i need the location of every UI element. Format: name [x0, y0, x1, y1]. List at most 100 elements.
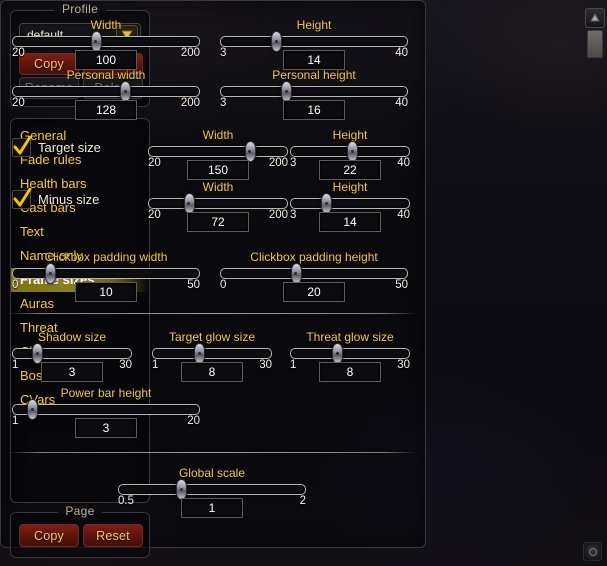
slider-minus-height-track[interactable] — [290, 198, 410, 209]
profile-panel-title: Profile — [61, 2, 99, 16]
slider-minus-height-thumb[interactable] — [321, 193, 333, 214]
slider-personal-width-track[interactable] — [12, 86, 200, 97]
slider-target-height-value[interactable]: 22 — [319, 160, 381, 180]
slider-target-height-max: 40 — [397, 157, 410, 169]
slider-power-bar-height-min: 1 — [12, 415, 19, 427]
slider-target-glow-size-max: 30 — [259, 359, 272, 371]
slider-global-scale-thumb[interactable] — [176, 479, 188, 500]
target-size-checkbox[interactable] — [12, 136, 32, 157]
slider-minus-height-max: 40 — [397, 209, 410, 221]
slider-threat-glow-size-thumb[interactable] — [332, 343, 344, 364]
slider-power-bar-height-max: 20 — [187, 415, 200, 427]
page-reset-button[interactable]: Reset — [83, 524, 143, 547]
section-separator-1 — [8, 313, 416, 314]
slider-minus-width-label: Width — [202, 180, 234, 194]
checkbox-row-minus-size[interactable]: Minus size — [12, 188, 100, 209]
slider-personal-height-min: 3 — [220, 97, 227, 109]
scroll-up-arrow-icon[interactable] — [585, 8, 605, 28]
slider-minus-width-min: 20 — [148, 209, 161, 221]
slider-target-height-label: Height — [332, 128, 368, 142]
slider-height-value[interactable]: 14 — [283, 50, 345, 70]
slider-target-width-track[interactable] — [148, 146, 288, 157]
content-scrollbar[interactable] — [584, 8, 605, 548]
slider-height-label: Height — [296, 18, 332, 32]
slider-height-min: 3 — [220, 47, 227, 59]
slider-shadow-size-max: 30 — [119, 359, 132, 371]
slider-shadow-size-value[interactable]: 3 — [41, 362, 103, 382]
slider-threat-glow-size-label: Threat glow size — [306, 330, 394, 344]
slider-global-scale-min: 0.5 — [118, 495, 134, 507]
slider-target-width-thumb[interactable] — [244, 141, 256, 162]
slider-clickbox-padding-height-value[interactable]: 20 — [283, 282, 345, 302]
slider-minus-height-min: 3 — [290, 209, 297, 221]
slider-personal-width-min: 20 — [12, 97, 25, 109]
slider-power-bar-height-value[interactable]: 3 — [75, 418, 137, 438]
sidebar-item-label: Auras — [20, 296, 54, 311]
resize-grip-icon[interactable] — [583, 542, 602, 561]
slider-target-width-value[interactable]: 150 — [187, 160, 249, 180]
page-panel: Page Copy Reset — [10, 504, 150, 558]
slider-personal-height-track[interactable] — [220, 86, 408, 97]
slider-clickbox-padding-width-value[interactable]: 10 — [75, 282, 137, 302]
slider-clickbox-padding-width-track[interactable] — [12, 268, 200, 279]
page-panel-title: Page — [65, 504, 95, 518]
slider-minus-width-thumb[interactable] — [183, 193, 195, 214]
slider-personal-width-max: 200 — [180, 97, 200, 109]
slider-width-label: Width — [90, 18, 122, 32]
sidebar-item-label: Text — [20, 224, 44, 239]
slider-target-height-thumb[interactable] — [347, 141, 359, 162]
slider-clickbox-padding-width-max: 50 — [187, 279, 200, 291]
slider-global-scale-value[interactable]: 1 — [181, 498, 243, 518]
slider-clickbox-padding-height-thumb[interactable] — [290, 263, 302, 284]
slider-clickbox-padding-width-label: Clickbox padding width — [44, 250, 168, 264]
slider-personal-height-value[interactable]: 16 — [283, 100, 345, 120]
slider-power-bar-height-label: Power bar height — [60, 386, 152, 400]
page-copy-button[interactable]: Copy — [19, 524, 79, 547]
minus-size-label: Minus size — [38, 192, 100, 207]
slider-clickbox-padding-height-max: 50 — [395, 279, 408, 291]
slider-threat-glow-size-min: 1 — [290, 359, 297, 371]
checkbox-row-target-size[interactable]: Target size — [12, 136, 101, 157]
slider-minus-height-value[interactable]: 14 — [319, 212, 381, 232]
slider-clickbox-padding-height-track[interactable] — [220, 268, 408, 279]
slider-clickbox-padding-height-label: Clickbox padding height — [250, 250, 378, 264]
slider-target-glow-size-thumb[interactable] — [194, 343, 206, 364]
slider-threat-glow-size-track[interactable] — [290, 348, 410, 359]
slider-width-value[interactable]: 100 — [75, 50, 137, 70]
scrollbar-thumb[interactable] — [587, 30, 603, 58]
slider-personal-width-value[interactable]: 128 — [75, 100, 137, 120]
slider-global-scale-track[interactable] — [118, 484, 306, 495]
slider-minus-height-label: Height — [332, 180, 368, 194]
slider-global-scale-label: Global scale — [178, 466, 246, 480]
slider-width-track[interactable] — [12, 36, 200, 47]
slider-target-glow-size-track[interactable] — [152, 348, 272, 359]
settings-category-list: General Fade rules Health bars Cast bars Tex… — [10, 118, 150, 503]
slider-shadow-size-track[interactable] — [12, 348, 132, 359]
slider-height-track[interactable] — [220, 36, 408, 47]
slider-target-width-label: Width — [202, 128, 234, 142]
slider-width-thumb[interactable] — [90, 31, 102, 52]
slider-global-scale-max: 2 — [299, 495, 306, 507]
slider-shadow-size-thumb[interactable] — [32, 343, 44, 364]
slider-height-max: 40 — [395, 47, 408, 59]
sidebar-item-text[interactable]: Text — [11, 220, 149, 244]
minus-size-checkbox[interactable] — [12, 188, 32, 209]
slider-minus-width-max: 200 — [268, 209, 288, 221]
slider-power-bar-height-thumb[interactable] — [27, 399, 39, 420]
slider-height-thumb[interactable] — [271, 31, 283, 52]
slider-target-width-min: 20 — [148, 157, 161, 169]
slider-target-glow-size-value[interactable]: 8 — [181, 362, 243, 382]
slider-threat-glow-size-value[interactable]: 8 — [319, 362, 381, 382]
slider-clickbox-padding-width-thumb[interactable] — [45, 263, 57, 284]
slider-minus-width-track[interactable] — [148, 198, 288, 209]
slider-personal-height-max: 40 — [395, 97, 408, 109]
slider-threat-glow-size-max: 30 — [397, 359, 410, 371]
slider-shadow-size-label: Shadow size — [37, 330, 107, 344]
slider-minus-width-value[interactable]: 72 — [187, 212, 249, 232]
slider-target-height-min: 3 — [290, 157, 297, 169]
slider-personal-width-thumb[interactable] — [120, 81, 132, 102]
slider-power-bar-height-track[interactable] — [12, 404, 200, 415]
slider-personal-width-label: Personal width — [66, 68, 146, 82]
slider-personal-height-thumb[interactable] — [281, 81, 293, 102]
target-size-label: Target size — [38, 140, 101, 155]
